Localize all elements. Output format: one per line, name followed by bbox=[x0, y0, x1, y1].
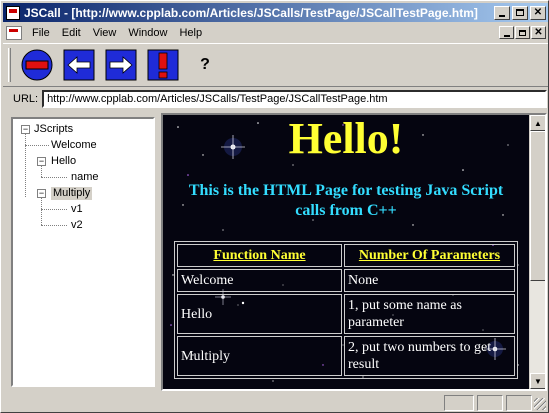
menu-window[interactable]: Window bbox=[122, 27, 173, 39]
tree-item-hello[interactable]: Hello bbox=[51, 155, 76, 168]
menu-help[interactable]: Help bbox=[173, 27, 208, 39]
table-cell: 2, put two numbers to get result bbox=[344, 336, 515, 376]
table-cell: Welcome bbox=[177, 269, 342, 292]
browser-view[interactable]: Hello! This is the HTML Page for testing… bbox=[161, 113, 547, 391]
tree-item-v1[interactable]: v1 bbox=[71, 203, 83, 216]
mdi-controls: ✕ bbox=[498, 26, 546, 39]
back-button[interactable] bbox=[61, 47, 97, 83]
page-subtitle: This is the HTML Page for testing Java S… bbox=[188, 182, 504, 219]
script-tree[interactable]: − JScripts Welcome − Hello name − Multip… bbox=[11, 117, 155, 387]
column-header-parameters: Number Of Parameters bbox=[344, 244, 515, 267]
table-row: Welcome None bbox=[177, 269, 515, 292]
forward-button[interactable] bbox=[103, 47, 139, 83]
status-pane bbox=[444, 394, 474, 411]
column-header-function-name: Function Name bbox=[177, 244, 342, 267]
help-icon: ? bbox=[200, 56, 210, 73]
mdi-minimize-button[interactable] bbox=[499, 26, 514, 39]
help-button[interactable]: ? bbox=[187, 47, 223, 83]
toolbar: ? bbox=[3, 43, 548, 87]
resize-grip[interactable] bbox=[534, 398, 546, 410]
tree-connector bbox=[41, 197, 42, 225]
forward-arrow-icon bbox=[105, 49, 137, 81]
menu-edit[interactable]: Edit bbox=[56, 27, 87, 39]
url-label: URL: bbox=[13, 93, 39, 105]
mdi-close-button[interactable]: ✕ bbox=[531, 26, 546, 39]
tree-connector bbox=[41, 165, 42, 177]
tree-connector bbox=[25, 131, 26, 197]
collapse-icon[interactable]: − bbox=[37, 189, 46, 198]
tree-item-jscripts[interactable]: JScripts bbox=[34, 123, 73, 136]
menu-file[interactable]: File bbox=[26, 27, 56, 39]
stop-button[interactable] bbox=[19, 47, 55, 83]
tree-item-multiply[interactable]: Multiply bbox=[51, 187, 93, 200]
arrow-down-icon: ▼ bbox=[534, 376, 542, 386]
status-bar bbox=[3, 393, 548, 412]
scroll-down-button[interactable]: ▼ bbox=[530, 373, 545, 389]
vertical-scrollbar[interactable]: ▲ ▼ bbox=[529, 115, 545, 389]
close-icon: ✕ bbox=[534, 26, 543, 38]
restore-icon bbox=[519, 29, 526, 36]
table-cell: 1, put some name as parameter bbox=[344, 294, 515, 334]
table-cell: None bbox=[344, 269, 515, 292]
starfield-background: Hello! This is the HTML Page for testing… bbox=[163, 115, 529, 389]
collapse-icon[interactable]: − bbox=[21, 125, 30, 134]
exclamation-icon bbox=[147, 49, 179, 81]
scroll-thumb[interactable] bbox=[530, 131, 545, 281]
stop-icon bbox=[21, 49, 53, 81]
table-cell: Multiply bbox=[177, 336, 342, 376]
maximize-button[interactable] bbox=[512, 5, 528, 20]
table-row: Hello 1, put some name as parameter bbox=[177, 294, 515, 334]
tree-connector bbox=[41, 177, 67, 178]
url-bar: URL: bbox=[3, 88, 548, 110]
alert-button[interactable] bbox=[145, 47, 181, 83]
close-button[interactable]: ✕ bbox=[530, 5, 546, 20]
tree-connector bbox=[25, 145, 49, 146]
page-title: Hello! bbox=[288, 115, 404, 163]
menu-bar: File Edit View Window Help ✕ bbox=[3, 23, 548, 42]
back-arrow-icon bbox=[63, 49, 95, 81]
application-window: JSCall - [http://www.cpplab.com/Articles… bbox=[0, 0, 549, 413]
table-row: Multiply 2, put two numbers to get resul… bbox=[177, 336, 515, 376]
document-icon[interactable] bbox=[6, 25, 22, 40]
window-title: JSCall - [http://www.cpplab.com/Articles… bbox=[24, 5, 478, 20]
minimize-icon bbox=[499, 14, 505, 17]
status-pane bbox=[477, 394, 503, 411]
mdi-restore-button[interactable] bbox=[515, 26, 530, 39]
table-header-row: Function Name Number Of Parameters bbox=[177, 244, 515, 267]
minimize-button[interactable] bbox=[494, 5, 510, 20]
tree-item-name[interactable]: name bbox=[71, 171, 99, 184]
tree-item-welcome[interactable]: Welcome bbox=[51, 139, 97, 152]
tree-connector bbox=[41, 225, 67, 226]
table-cell: Hello bbox=[177, 294, 342, 334]
menu-view[interactable]: View bbox=[87, 27, 123, 39]
url-input[interactable] bbox=[42, 90, 548, 108]
tree-item-v2[interactable]: v2 bbox=[71, 219, 83, 232]
title-bar[interactable]: JSCall - [http://www.cpplab.com/Articles… bbox=[3, 3, 548, 22]
toolbar-grip[interactable] bbox=[8, 48, 11, 82]
close-icon: ✕ bbox=[533, 6, 543, 18]
maximize-icon bbox=[516, 9, 524, 16]
tree-connector bbox=[41, 209, 67, 210]
collapse-icon[interactable]: − bbox=[37, 157, 46, 166]
minimize-icon bbox=[503, 34, 510, 37]
scroll-up-button[interactable]: ▲ bbox=[530, 115, 545, 131]
status-pane bbox=[506, 394, 532, 411]
app-icon[interactable] bbox=[6, 5, 20, 20]
arrow-up-icon: ▲ bbox=[534, 118, 542, 128]
function-table: Function Name Number Of Parameters Welco… bbox=[174, 241, 518, 379]
